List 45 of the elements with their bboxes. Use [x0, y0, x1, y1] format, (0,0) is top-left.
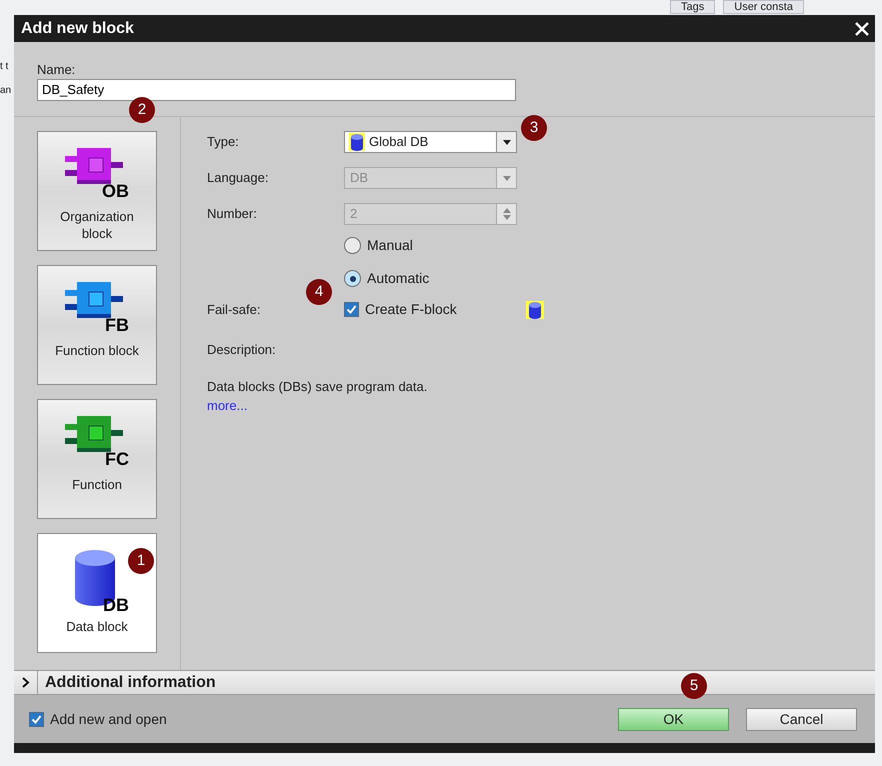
field-label: Language:	[207, 169, 270, 188]
checkbox-label: Create F-block	[365, 300, 457, 319]
window-title: Add new block	[21, 18, 134, 38]
field-label: Name:	[37, 62, 76, 78]
block-code: DB	[103, 596, 129, 614]
dropdown-value: Global DB	[369, 133, 430, 152]
block-code: FB	[105, 316, 129, 334]
step-marker: 5	[681, 673, 707, 699]
checkbox-label: Add new and open	[50, 710, 167, 729]
caret-icon	[502, 140, 510, 144]
block-type-button[interactable]: FC Function	[37, 399, 157, 519]
block-type-button[interactable]: DB Data block 1	[37, 533, 157, 653]
database-icon	[528, 300, 542, 318]
block-code: OB	[102, 182, 129, 200]
radio-label: Manual	[367, 236, 413, 255]
caret-icon	[502, 176, 510, 180]
field-label: Fail-safe:	[207, 300, 262, 319]
chevron-icon	[22, 677, 30, 688]
description-text: Data blocks (DBs) save program data.	[207, 378, 428, 396]
step-marker: 2	[129, 97, 155, 123]
checkbox[interactable]	[29, 712, 44, 726]
radio-button[interactable]	[344, 237, 361, 254]
close-icon[interactable]	[853, 20, 871, 38]
background-text: t t	[0, 62, 8, 72]
type-dropdown[interactable]: Global DB	[344, 131, 517, 153]
block-type-button[interactable]: OB Organization block	[37, 131, 157, 251]
step-marker: 1	[128, 548, 154, 574]
field-label: Type:	[207, 133, 240, 152]
radio-label: Automatic	[367, 269, 430, 288]
cancel-button[interactable]: Cancel	[746, 708, 857, 730]
more-link[interactable]: more...	[207, 398, 248, 413]
step-marker: 3	[521, 115, 547, 141]
ok-button[interactable]: OK	[618, 708, 729, 730]
step-marker: 4	[306, 279, 332, 305]
name-field[interactable]: DB_Safety	[37, 78, 516, 100]
radio-button[interactable]	[344, 270, 361, 287]
block-type-button[interactable]: FB Function block	[37, 265, 157, 385]
background-tab[interactable]: User consta	[723, 0, 804, 14]
checkbox[interactable]	[344, 302, 359, 317]
background-tab[interactable]: Tags	[670, 0, 716, 14]
background-text: an	[0, 86, 12, 96]
block-code: FC	[105, 450, 129, 468]
field-label: Description:	[207, 341, 277, 359]
field-label: Number:	[207, 205, 258, 224]
database-icon	[350, 133, 364, 151]
